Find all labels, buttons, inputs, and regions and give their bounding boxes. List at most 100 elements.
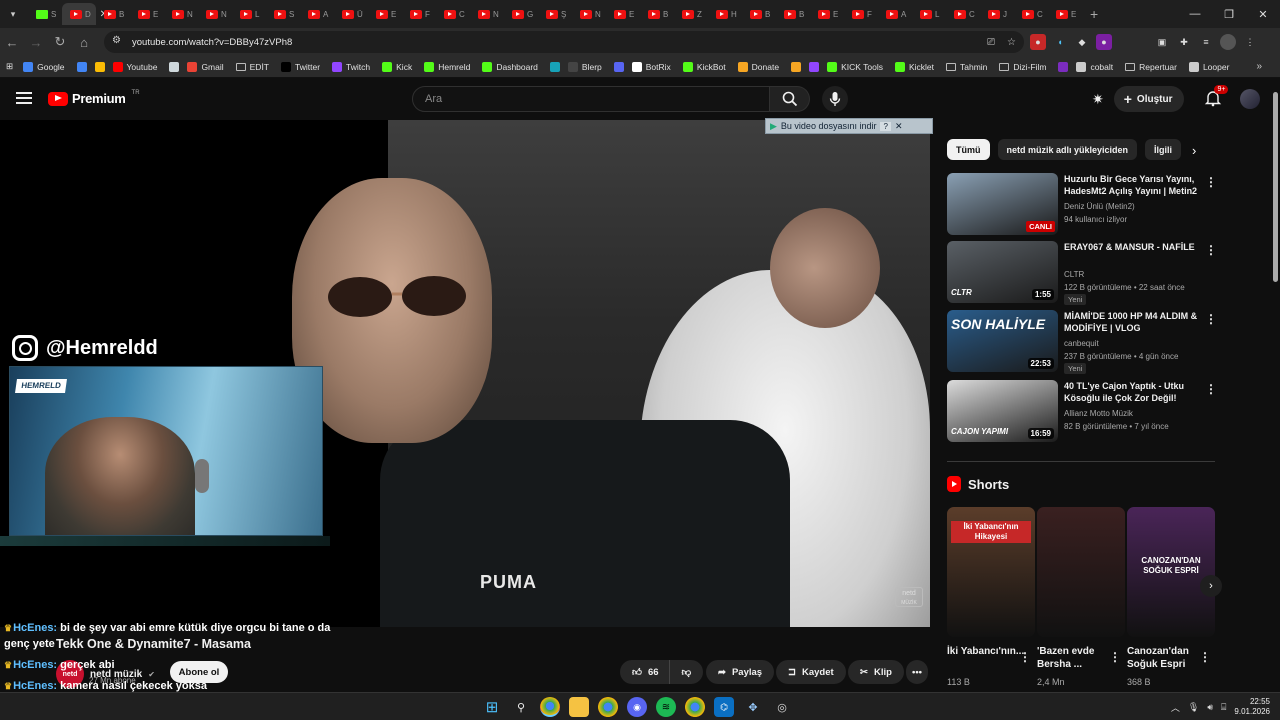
chip-all[interactable]: Tümü bbox=[947, 139, 990, 160]
bookmark-item[interactable]: KickBot bbox=[682, 61, 726, 72]
shorts-next-chevron-icon[interactable]: › bbox=[1200, 575, 1222, 597]
tray-chevron-icon[interactable]: ︿ bbox=[1171, 701, 1180, 714]
extension-diamond-icon[interactable]: ◆ bbox=[1074, 34, 1090, 50]
browser-tab[interactable]: A bbox=[878, 3, 912, 25]
reading-list-icon[interactable]: ≡ bbox=[1198, 34, 1214, 50]
short-title[interactable]: Canozan'dan Soğuk Espri bbox=[1127, 645, 1207, 671]
browser-tab[interactable]: N bbox=[198, 3, 232, 25]
file-explorer-icon[interactable] bbox=[569, 697, 589, 717]
profile-avatar-icon[interactable] bbox=[1220, 34, 1236, 50]
bookmark-item[interactable]: cobalt bbox=[1076, 61, 1113, 72]
browser-tab[interactable]: C bbox=[1014, 3, 1048, 25]
chrome-profile-icon[interactable] bbox=[598, 697, 618, 717]
more-actions-button[interactable]: ••• bbox=[906, 660, 928, 684]
recommendation-menu-icon[interactable]: ⋮ bbox=[1205, 175, 1217, 189]
minimize-icon[interactable]: — bbox=[1178, 0, 1212, 28]
account-avatar[interactable] bbox=[1240, 89, 1261, 109]
bookmark-item[interactable]: EDİT bbox=[235, 62, 269, 72]
browser-tab[interactable]: G bbox=[504, 3, 538, 25]
youtube-premium-logo[interactable]: Premium TR bbox=[48, 90, 140, 106]
download-help-button[interactable]: ? bbox=[880, 121, 891, 131]
bookmark-item[interactable]: Looper bbox=[1188, 61, 1229, 72]
cast-gear-icon[interactable]: ✷ bbox=[1092, 91, 1104, 108]
bookmark-star-icon[interactable]: ☆ bbox=[1007, 37, 1016, 48]
browser-tab[interactable]: H bbox=[708, 3, 742, 25]
chrome-alt-icon[interactable] bbox=[685, 697, 705, 717]
recommendation-title[interactable]: MİAMİ'DE 1000 HP M4 ALDIM & MODİFİYE | V… bbox=[1064, 310, 1204, 334]
chip-related[interactable]: İlgili bbox=[1145, 139, 1182, 160]
browser-tab[interactable]: J bbox=[980, 3, 1014, 25]
recommendation-menu-icon[interactable]: ⋮ bbox=[1205, 312, 1217, 326]
sidepanel-icon[interactable]: ▣ bbox=[1154, 34, 1170, 50]
app-gear-icon[interactable]: ✥ bbox=[743, 697, 763, 717]
restore-icon[interactable]: ❐ bbox=[1212, 0, 1246, 28]
close-window-icon[interactable]: ✕ bbox=[1246, 0, 1280, 28]
recommendation-thumbnail[interactable]: CANLI bbox=[947, 173, 1058, 235]
search-button[interactable] bbox=[770, 86, 810, 112]
browser-tab[interactable]: E bbox=[810, 3, 844, 25]
recommendation-channel[interactable]: canbequit bbox=[1064, 339, 1099, 348]
new-tab-plus-icon[interactable]: + bbox=[1090, 6, 1098, 22]
short-title[interactable]: 'Bazen evde Bersha ... bbox=[1037, 645, 1117, 671]
spotify-icon[interactable]: ≋ bbox=[656, 697, 676, 717]
short-menu-icon[interactable]: ⋮ bbox=[1019, 650, 1031, 664]
browser-tab[interactable]: A bbox=[300, 3, 334, 25]
browser-tab[interactable]: N bbox=[470, 3, 504, 25]
bookmark-item[interactable]: Twitter bbox=[281, 61, 320, 72]
short-thumbnail[interactable]: İki Yabancı'nın Hikayesi bbox=[947, 507, 1035, 637]
browser-tab[interactable]: Ü bbox=[334, 3, 368, 25]
home-icon[interactable]: ⌂ bbox=[72, 35, 96, 50]
browser-tab[interactable]: C bbox=[436, 3, 470, 25]
more-bookmarks-icon[interactable]: » bbox=[1256, 61, 1262, 72]
recommendation-menu-icon[interactable]: ⋮ bbox=[1205, 243, 1217, 257]
bookmark-item[interactable]: Youtube bbox=[112, 61, 157, 72]
extension-red-icon[interactable]: ● bbox=[1030, 34, 1046, 50]
notifications-button[interactable]: 9+ bbox=[1204, 85, 1229, 109]
bookmark-item[interactable] bbox=[169, 61, 180, 72]
clip-button[interactable]: ✂ Klip bbox=[848, 660, 904, 684]
taskbar-search-icon[interactable]: ⚲ bbox=[511, 697, 531, 717]
browser-tab[interactable]: F bbox=[844, 3, 878, 25]
recommendation-title[interactable]: 40 TL'ye Cajon Yaptık - Utku Kösoğlu ile… bbox=[1064, 380, 1204, 404]
bookmark-item[interactable]: Gmail bbox=[187, 61, 224, 72]
browser-tab[interactable]: E bbox=[1048, 3, 1082, 25]
short-title[interactable]: İki Yabancı'nın... bbox=[947, 645, 1027, 658]
extension-blue-icon[interactable]: ◖ bbox=[1052, 34, 1068, 50]
reload-icon[interactable]: ↻ bbox=[48, 34, 72, 50]
search-input[interactable]: Ara bbox=[412, 86, 770, 112]
clock[interactable]: 22:55 9.01.2026 bbox=[1234, 697, 1270, 717]
bookmark-item[interactable] bbox=[1058, 61, 1069, 72]
browser-tab[interactable]: B bbox=[640, 3, 674, 25]
bookmark-item[interactable]: Tahmin bbox=[946, 62, 987, 72]
bookmark-item[interactable]: Dashboard bbox=[482, 61, 538, 72]
hamburger-menu-icon[interactable] bbox=[16, 92, 32, 104]
browser-tab[interactable]: L bbox=[232, 3, 266, 25]
back-arrow-icon[interactable]: ← bbox=[0, 35, 24, 50]
tab-search-chevron-icon[interactable]: ▾ bbox=[4, 5, 22, 23]
extensions-puzzle-icon[interactable]: ✚ bbox=[1176, 34, 1192, 50]
browser-tab[interactable]: E bbox=[368, 3, 402, 25]
browser-tab[interactable]: S bbox=[28, 3, 62, 25]
recommendation-item[interactable]: CLTR 1:55 ERAY067 & MANSUR - NAFİLE CLTR 122… bbox=[947, 241, 1217, 305]
browser-tab[interactable]: S bbox=[266, 3, 300, 25]
forward-arrow-icon[interactable]: → bbox=[24, 35, 48, 50]
save-button[interactable]: ⊐ Kaydet bbox=[776, 660, 846, 684]
recommendation-channel[interactable]: CLTR bbox=[1064, 270, 1084, 279]
bookmark-item[interactable] bbox=[613, 61, 624, 72]
voice-search-button[interactable] bbox=[822, 86, 848, 112]
short-thumbnail[interactable]: CANOZAN'DAN SOĞUK ESPRİ bbox=[1127, 507, 1215, 637]
browser-tab[interactable]: B bbox=[742, 3, 776, 25]
bookmark-item[interactable]: Kicklet bbox=[894, 61, 934, 72]
bookmark-item[interactable]: BotRix bbox=[631, 61, 671, 72]
bookmark-item[interactable]: Kick bbox=[382, 61, 412, 72]
chip-uploader[interactable]: netd müzik adlı yükleyiciden bbox=[997, 139, 1138, 160]
recommendation-thumbnail[interactable]: SON HALİYLE 22:53 bbox=[947, 310, 1058, 372]
share-button[interactable]: ➦ Paylaş bbox=[706, 660, 775, 684]
cast-icon[interactable]: ⎚ bbox=[987, 37, 995, 48]
bookmark-item[interactable] bbox=[76, 61, 87, 72]
browser-tab[interactable]: Ş bbox=[538, 3, 572, 25]
bookmark-item[interactable]: KICK Tools bbox=[827, 61, 883, 72]
browser-tab[interactable]: E bbox=[606, 3, 640, 25]
bookmark-item[interactable]: Dizi-Film bbox=[999, 62, 1046, 72]
recommendation-title[interactable]: Huzurlu Bir Gece Yarısı Yayını, HadesMt2… bbox=[1064, 173, 1204, 197]
